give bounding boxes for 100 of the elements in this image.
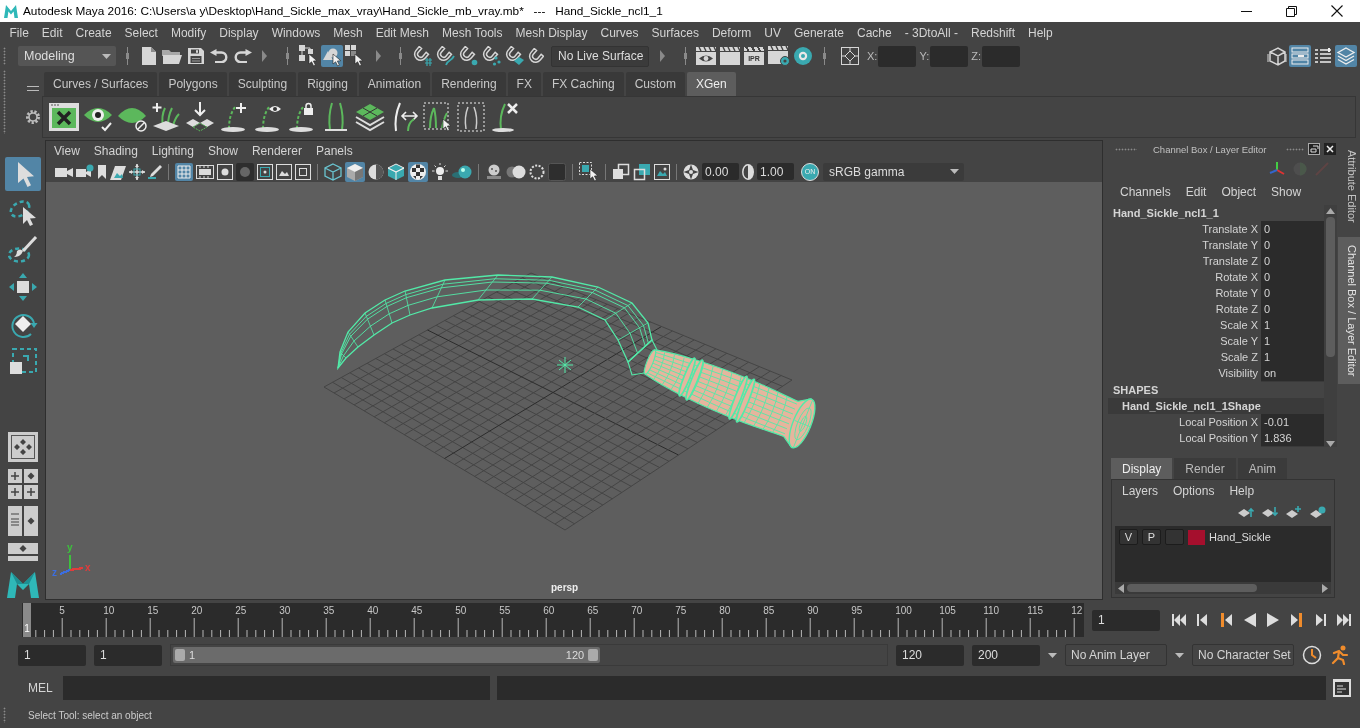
coordinate-field[interactable] — [930, 45, 969, 67]
range-track[interactable]: 1 120 — [170, 644, 888, 666]
end-frame-field[interactable]: 200 — [972, 644, 1040, 666]
attribute-label[interactable]: Local Position Y — [1108, 430, 1258, 447]
shelf-tab[interactable]: Custom — [625, 72, 685, 96]
attribute-field[interactable]: 1.836 — [1261, 430, 1324, 447]
tiles-icon[interactable] — [355, 102, 385, 132]
restore-icon[interactable] — [1286, 5, 1297, 17]
overlap-squares-icon[interactable] — [612, 162, 630, 181]
step-forward-icon[interactable] — [1314, 613, 1326, 627]
shelf-tab[interactable]: Animation — [358, 72, 431, 96]
menu-item[interactable]: Object — [1221, 185, 1257, 199]
grip-handle-icon[interactable] — [3, 707, 6, 723]
move-icon[interactable] — [7, 272, 38, 302]
current-frame-field[interactable]: 1 — [1092, 609, 1160, 631]
play-backward-icon[interactable] — [1243, 613, 1256, 627]
undo-icon[interactable] — [210, 49, 228, 63]
menu-item[interactable]: Cache — [850, 26, 899, 40]
menu-item[interactable]: - 3DtoAll - — [898, 26, 965, 40]
shelf-tab[interactable]: Rigging — [298, 72, 357, 96]
expand-arrow-icon[interactable] — [376, 50, 381, 62]
group-handle-icon[interactable] — [286, 47, 289, 65]
menu-item[interactable]: Curves — [594, 26, 646, 40]
running-figure-icon[interactable] — [1330, 645, 1350, 665]
stacked-fields-icon[interactable] — [1289, 45, 1311, 67]
bookmark-icon[interactable] — [97, 164, 107, 179]
folder-icon[interactable] — [162, 48, 182, 64]
target-square-icon[interactable] — [841, 47, 859, 65]
pan-arrows-icon[interactable] — [129, 163, 145, 180]
object-name[interactable]: Hand_Sickle_ncl1_1 — [1108, 205, 1324, 221]
magnet-plane-icon[interactable] — [504, 46, 524, 66]
shelf-tab[interactable]: FX — [507, 72, 541, 96]
skip-start-icon[interactable] — [1172, 613, 1186, 627]
shelf-tab[interactable]: XGen — [686, 72, 736, 96]
dotted-frame-icon[interactable] — [457, 102, 485, 132]
grip-handle-icon[interactable] — [3, 70, 6, 134]
menu-icon[interactable] — [27, 85, 39, 91]
menu-item[interactable]: Show — [1271, 185, 1302, 199]
occlusion-sphere-icon[interactable] — [485, 163, 503, 180]
menu-item[interactable]: Panels — [315, 144, 353, 158]
menu-item[interactable]: Edit — [35, 26, 70, 40]
camera-badge-icon[interactable] — [76, 163, 94, 180]
script-language-label[interactable]: MEL — [28, 681, 56, 695]
grid-icon[interactable] — [175, 162, 193, 181]
tab[interactable]: Display — [1111, 458, 1173, 479]
key-forward-icon[interactable] — [1291, 613, 1303, 627]
scrollbar-thumb[interactable] — [1326, 217, 1335, 357]
image-plane-icon[interactable] — [110, 163, 126, 180]
sphere-icon[interactable] — [794, 47, 812, 65]
visibility-toggle[interactable]: V — [1119, 529, 1138, 545]
grip-handle-icon[interactable] — [1115, 147, 1137, 151]
settings-icon[interactable] — [26, 110, 40, 125]
scale-icon[interactable] — [7, 346, 38, 376]
clock-key-icon[interactable] — [1302, 645, 1322, 665]
half-circle-icon[interactable] — [368, 163, 384, 180]
frame-picture-icon[interactable] — [654, 163, 670, 180]
four-pane-icon[interactable] — [7, 469, 38, 499]
menu-item[interactable]: Edit — [1185, 185, 1207, 199]
script-editor-icon[interactable] — [1333, 679, 1351, 697]
object-select-icon[interactable] — [321, 45, 343, 67]
live-surface-field[interactable]: No Live Surface — [551, 45, 649, 67]
group-handle-icon[interactable] — [399, 47, 402, 65]
menu-item[interactable]: Edit Mesh — [369, 26, 436, 40]
coordinate-field[interactable] — [982, 45, 1020, 67]
grass-cursor-icon[interactable] — [423, 102, 453, 132]
magnet-icon[interactable] — [527, 47, 544, 65]
shadow-sphere-icon[interactable] — [452, 164, 472, 179]
right-arrow-icon[interactable] — [1322, 583, 1328, 593]
window-cross-icon[interactable] — [49, 103, 79, 131]
attribute-label[interactable]: Translate X — [1108, 221, 1258, 238]
menu-item[interactable]: Display — [212, 26, 266, 40]
single-pane-icon[interactable] — [7, 432, 38, 462]
save-icon[interactable] — [188, 48, 204, 64]
layers-icon[interactable] — [1335, 45, 1357, 67]
handle-icon[interactable] — [588, 649, 599, 661]
playback-toggle[interactable]: P — [1142, 529, 1161, 545]
menu-item[interactable]: Help — [1229, 484, 1255, 498]
view-transform-dropdown[interactable]: sRGB gamma — [823, 162, 964, 181]
tab[interactable]: Anim — [1237, 458, 1288, 479]
two-pane-icon[interactable] — [7, 506, 38, 536]
shape-name[interactable]: Hand_Sickle_ncl1_1Shape — [1108, 398, 1324, 414]
isolate-select-icon[interactable] — [579, 161, 599, 182]
curve-plus-icon[interactable] — [219, 102, 249, 132]
menu-item[interactable]: Renderer — [251, 144, 302, 158]
attribute-label[interactable]: Rotate Y — [1108, 285, 1258, 302]
layer-name[interactable]: Hand_Sickle — [1209, 531, 1271, 543]
aperture-icon[interactable] — [683, 163, 699, 180]
menu-item[interactable]: Lighting — [151, 144, 194, 158]
frame-box-icon[interactable] — [295, 163, 311, 180]
range-bar[interactable]: 1 120 — [173, 647, 601, 663]
menu-item[interactable]: Mesh — [326, 26, 370, 40]
menu-item[interactable]: Windows — [265, 26, 327, 40]
grip-handle-icon[interactable] — [3, 47, 6, 65]
new-file-icon[interactable] — [142, 47, 156, 65]
paint-select-icon[interactable] — [7, 235, 38, 265]
menu-item[interactable]: Options — [1173, 484, 1215, 498]
layer-down-icon[interactable] — [1262, 506, 1278, 518]
close-icon[interactable] — [1331, 5, 1343, 17]
dotted-ring-icon[interactable] — [529, 163, 545, 180]
component-select-icon[interactable] — [345, 45, 365, 67]
